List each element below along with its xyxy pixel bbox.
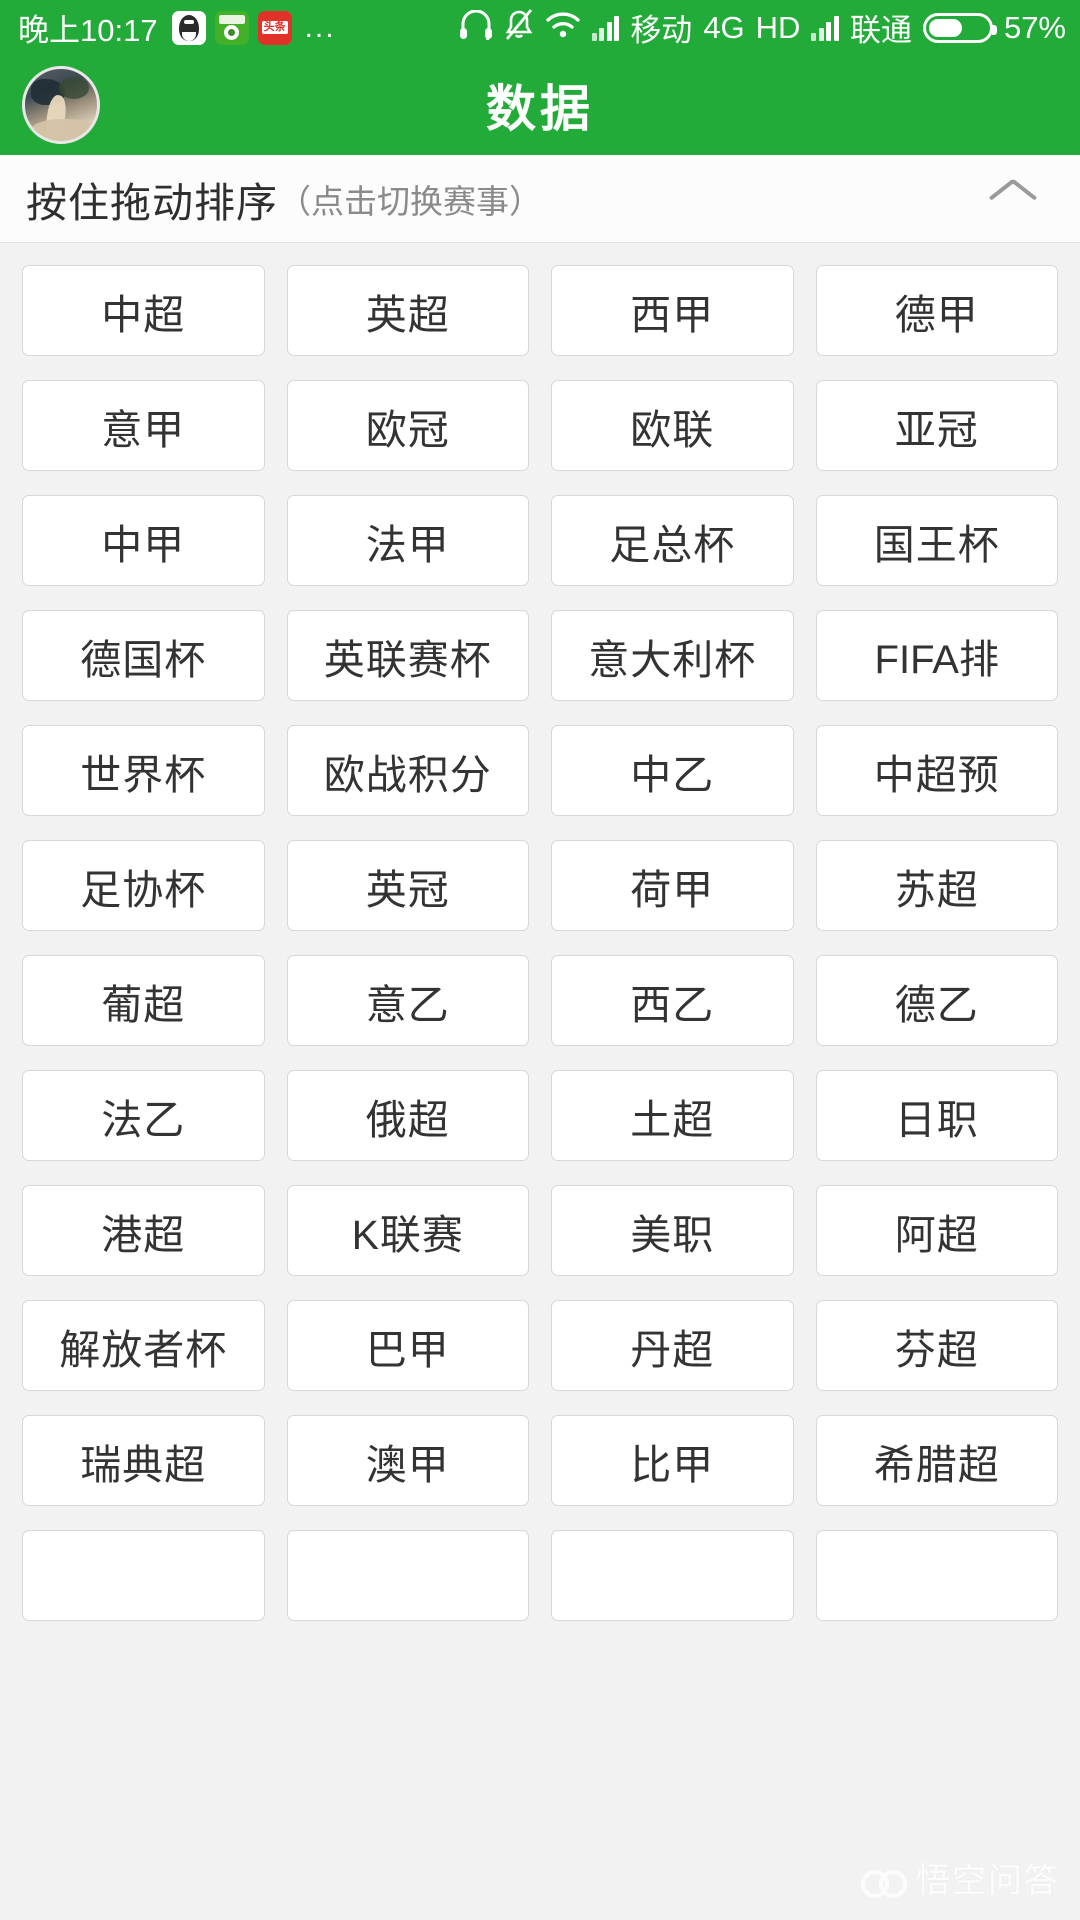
bell-muted-icon [504,9,534,46]
league-cell[interactable]: 意乙 [286,955,529,1046]
league-cell[interactable]: 德甲 [815,265,1058,356]
sort-header-label: 按住拖动排序 [26,179,278,226]
league-grid: 中超 英超 西甲 德甲意甲 欧冠 欧联 亚冠中甲 法甲 足总杯 国王杯德国杯 英联赛杯 意大利杯 FIF… [22,265,1058,1621]
league-cell[interactable]: 世界杯 [22,725,265,816]
league-cell[interactable]: 英超 [286,265,529,356]
overflow-dots-icon: ... [304,10,336,44]
sort-header[interactable]: 按住拖动排序 （点击切换赛事） [0,155,1080,243]
league-cell[interactable]: 中超预 [815,725,1058,816]
league-cell[interactable]: 希腊超 [815,1415,1058,1506]
league-cell[interactable]: K联赛 [286,1185,529,1276]
sort-header-hint: （点击切换赛事） [278,182,542,220]
status-bar: 晚上10:17 头条 ... 移动 4G HD 联通 57% [0,0,1080,55]
league-cell[interactable]: FIFA排 [815,610,1058,701]
league-cell[interactable]: 苏超 [815,840,1058,931]
league-cell[interactable]: 中超 [22,265,265,356]
league-cell[interactable]: 中甲 [22,495,265,586]
league-cell[interactable]: 法甲 [286,495,529,586]
battery-percent: 57% [1003,9,1066,45]
league-cell[interactable]: 俄超 [286,1070,529,1161]
league-cell[interactable]: 荷甲 [551,840,794,931]
league-cell[interactable]: 德乙 [815,955,1058,1046]
league-cell[interactable]: 法乙 [22,1070,265,1161]
carrier-name-secondary: 联通 [849,13,912,48]
league-cell[interactable]: 西乙 [551,955,794,1046]
page-title: 数据 [486,81,594,137]
toutiao-icon: 头条 [257,10,292,45]
app-bar: 数据 [0,55,1080,155]
league-cell[interactable] [551,1530,794,1621]
league-cell[interactable]: 西甲 [551,265,794,356]
league-cell[interactable]: 美职 [551,1185,794,1276]
league-cell[interactable]: 巴甲 [286,1300,529,1391]
league-cell[interactable]: 亚冠 [815,380,1058,471]
league-cell[interactable]: 日职 [815,1070,1058,1161]
league-cell[interactable]: 丹超 [551,1300,794,1391]
signal-bars-icon-secondary [811,15,839,41]
league-cell[interactable]: 瑞典超 [22,1415,265,1506]
status-bar-time: 晚上10:17 [18,13,158,48]
league-cell[interactable]: 意大利杯 [551,610,794,701]
football-app-icon [214,10,249,45]
league-cell[interactable] [815,1530,1058,1621]
league-cell[interactable]: 欧战积分 [286,725,529,816]
status-bar-right: 移动 4G HD 联通 57% [459,5,1066,50]
carrier-name-primary: 移动 [630,13,693,48]
league-cell[interactable]: 澳甲 [286,1415,529,1506]
league-cell[interactable]: 芬超 [815,1300,1058,1391]
league-cell[interactable]: 意甲 [22,380,265,471]
league-cell[interactable]: 国王杯 [815,495,1058,586]
hd-indicator: HD [755,9,801,45]
league-cell[interactable]: 葡超 [22,955,265,1046]
league-cell[interactable]: 港超 [22,1185,265,1276]
signal-bars-icon [591,15,620,41]
wifi-icon [545,11,581,44]
league-cell[interactable]: 欧冠 [286,380,529,471]
league-cell[interactable]: 解放者杯 [22,1300,265,1391]
league-cell[interactable]: 英联赛杯 [286,610,529,701]
league-cell[interactable]: 英冠 [286,840,529,931]
headset-icon [459,9,493,45]
qq-icon [171,10,206,45]
league-cell[interactable]: 阿超 [815,1185,1058,1276]
league-cell[interactable]: 土超 [551,1070,794,1161]
league-cell[interactable]: 中乙 [551,725,794,816]
league-cell[interactable] [286,1530,529,1621]
league-cell[interactable]: 欧联 [551,380,794,471]
avatar[interactable] [22,66,100,144]
league-cell[interactable]: 足总杯 [551,495,794,586]
league-cell[interactable] [22,1530,265,1621]
battery-icon [922,12,997,43]
league-cell[interactable]: 足协杯 [22,840,265,931]
app-root: 晚上10:17 头条 ... 移动 4G HD 联通 57% 数据 按住拖动排序… [0,0,1080,1920]
league-cell[interactable]: 比甲 [551,1415,794,1506]
network-type: 4G [703,9,745,45]
league-cell[interactable]: 德国杯 [22,610,265,701]
league-grid-scroll[interactable]: 中超 英超 西甲 德甲意甲 欧冠 欧联 亚冠中甲 法甲 足总杯 国王杯德国杯 英联赛杯 意大利杯 FIF… [0,243,1080,1920]
chevron-up-icon[interactable] [990,185,1036,213]
status-bar-notification-icons: 头条 ... [171,10,336,45]
